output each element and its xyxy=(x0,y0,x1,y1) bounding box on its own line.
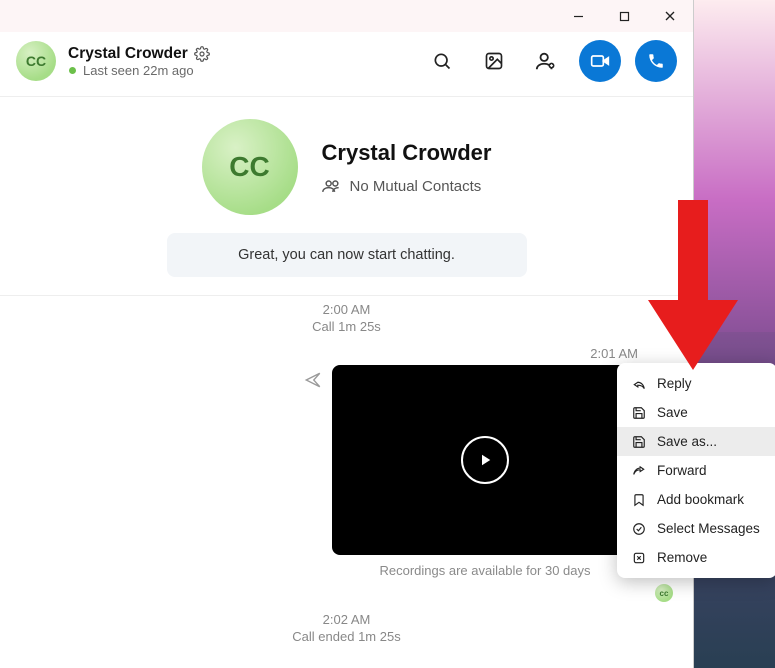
menu-add-bookmark[interactable]: Add bookmark xyxy=(617,485,775,514)
save-icon xyxy=(631,406,647,420)
menu-label: Reply xyxy=(657,376,692,391)
save-as-icon xyxy=(631,435,647,449)
menu-forward[interactable]: Forward xyxy=(617,456,775,485)
bookmark-icon xyxy=(631,493,647,507)
chat-window: CC Crystal Crowder Last seen 22m ago xyxy=(0,0,694,668)
gallery-button[interactable] xyxy=(475,42,513,80)
menu-label: Save xyxy=(657,405,688,420)
profile-name: Crystal Crowder xyxy=(322,140,492,166)
menu-label: Forward xyxy=(657,463,707,478)
timestamp: 2:00 AM xyxy=(0,302,693,317)
header-actions xyxy=(423,40,677,82)
maximize-icon xyxy=(619,11,630,22)
conversation-header: CC Crystal Crowder Last seen 22m ago xyxy=(0,32,693,97)
header-avatar[interactable]: CC xyxy=(16,41,56,81)
presence-text: Last seen 22m ago xyxy=(83,63,194,78)
call-ended-text: Call ended 1m 25s xyxy=(0,629,693,644)
menu-save[interactable]: Save xyxy=(617,398,775,427)
search-button[interactable] xyxy=(423,42,461,80)
play-icon xyxy=(476,451,494,469)
annotation-arrow-icon xyxy=(648,200,738,375)
add-people-button[interactable] xyxy=(527,42,565,80)
gear-icon[interactable] xyxy=(194,46,210,62)
remove-icon xyxy=(631,551,647,565)
window-close-button[interactable] xyxy=(647,0,693,32)
menu-label: Save as... xyxy=(657,434,717,449)
window-maximize-button[interactable] xyxy=(601,0,647,32)
minimize-icon xyxy=(573,11,584,22)
profile-avatar[interactable]: CC xyxy=(202,119,298,215)
presence-dot-icon xyxy=(68,66,77,75)
header-avatar-initials: CC xyxy=(26,53,46,69)
contact-name[interactable]: Crystal Crowder xyxy=(68,45,188,63)
close-icon xyxy=(664,10,676,22)
select-icon xyxy=(631,522,647,536)
outgoing-media-row xyxy=(0,365,693,555)
timestamp: 2:02 AM xyxy=(0,612,693,627)
recording-availability-note: Recordings are available for 30 days xyxy=(332,563,638,578)
profile-section: CC Crystal Crowder No Mutual Contacts Gr… xyxy=(0,97,693,295)
video-icon xyxy=(590,51,610,71)
menu-label: Remove xyxy=(657,550,707,565)
message-context-menu: Reply Save Save as... Forward Add bookma… xyxy=(617,363,775,578)
start-chatting-text: Great, you can now start chatting. xyxy=(238,247,455,263)
seen-by-avatar: cc xyxy=(655,584,673,602)
forward-icon xyxy=(631,464,647,478)
menu-label: Select Messages xyxy=(657,521,760,536)
seen-initials: cc xyxy=(660,589,669,598)
window-titlebar xyxy=(0,0,693,32)
sent-indicator-icon xyxy=(304,371,322,394)
header-name-block: Crystal Crowder Last seen 22m ago xyxy=(68,45,423,78)
menu-save-as[interactable]: Save as... xyxy=(617,427,775,456)
timestamp: 2:01 AM xyxy=(0,346,693,361)
chat-timeline[interactable]: 2:00 AM Call 1m 25s 2:01 AM Recordings a… xyxy=(0,295,693,668)
profile-avatar-initials: CC xyxy=(229,151,269,183)
menu-label: Add bookmark xyxy=(657,492,744,507)
window-minimize-button[interactable] xyxy=(555,0,601,32)
mutual-contacts-text: No Mutual Contacts xyxy=(350,178,482,195)
call-duration: Call 1m 25s xyxy=(0,319,693,334)
reply-icon xyxy=(631,377,647,391)
search-icon xyxy=(432,51,452,71)
phone-icon xyxy=(647,52,665,70)
start-chatting-banner: Great, you can now start chatting. xyxy=(167,233,527,277)
video-recording-thumbnail[interactable] xyxy=(332,365,638,555)
image-icon xyxy=(484,51,504,71)
menu-remove[interactable]: Remove xyxy=(617,543,775,572)
play-button[interactable] xyxy=(461,436,509,484)
audio-call-button[interactable] xyxy=(635,40,677,82)
video-call-button[interactable] xyxy=(579,40,621,82)
menu-select-messages[interactable]: Select Messages xyxy=(617,514,775,543)
people-icon xyxy=(322,179,342,193)
person-add-icon xyxy=(535,50,557,72)
